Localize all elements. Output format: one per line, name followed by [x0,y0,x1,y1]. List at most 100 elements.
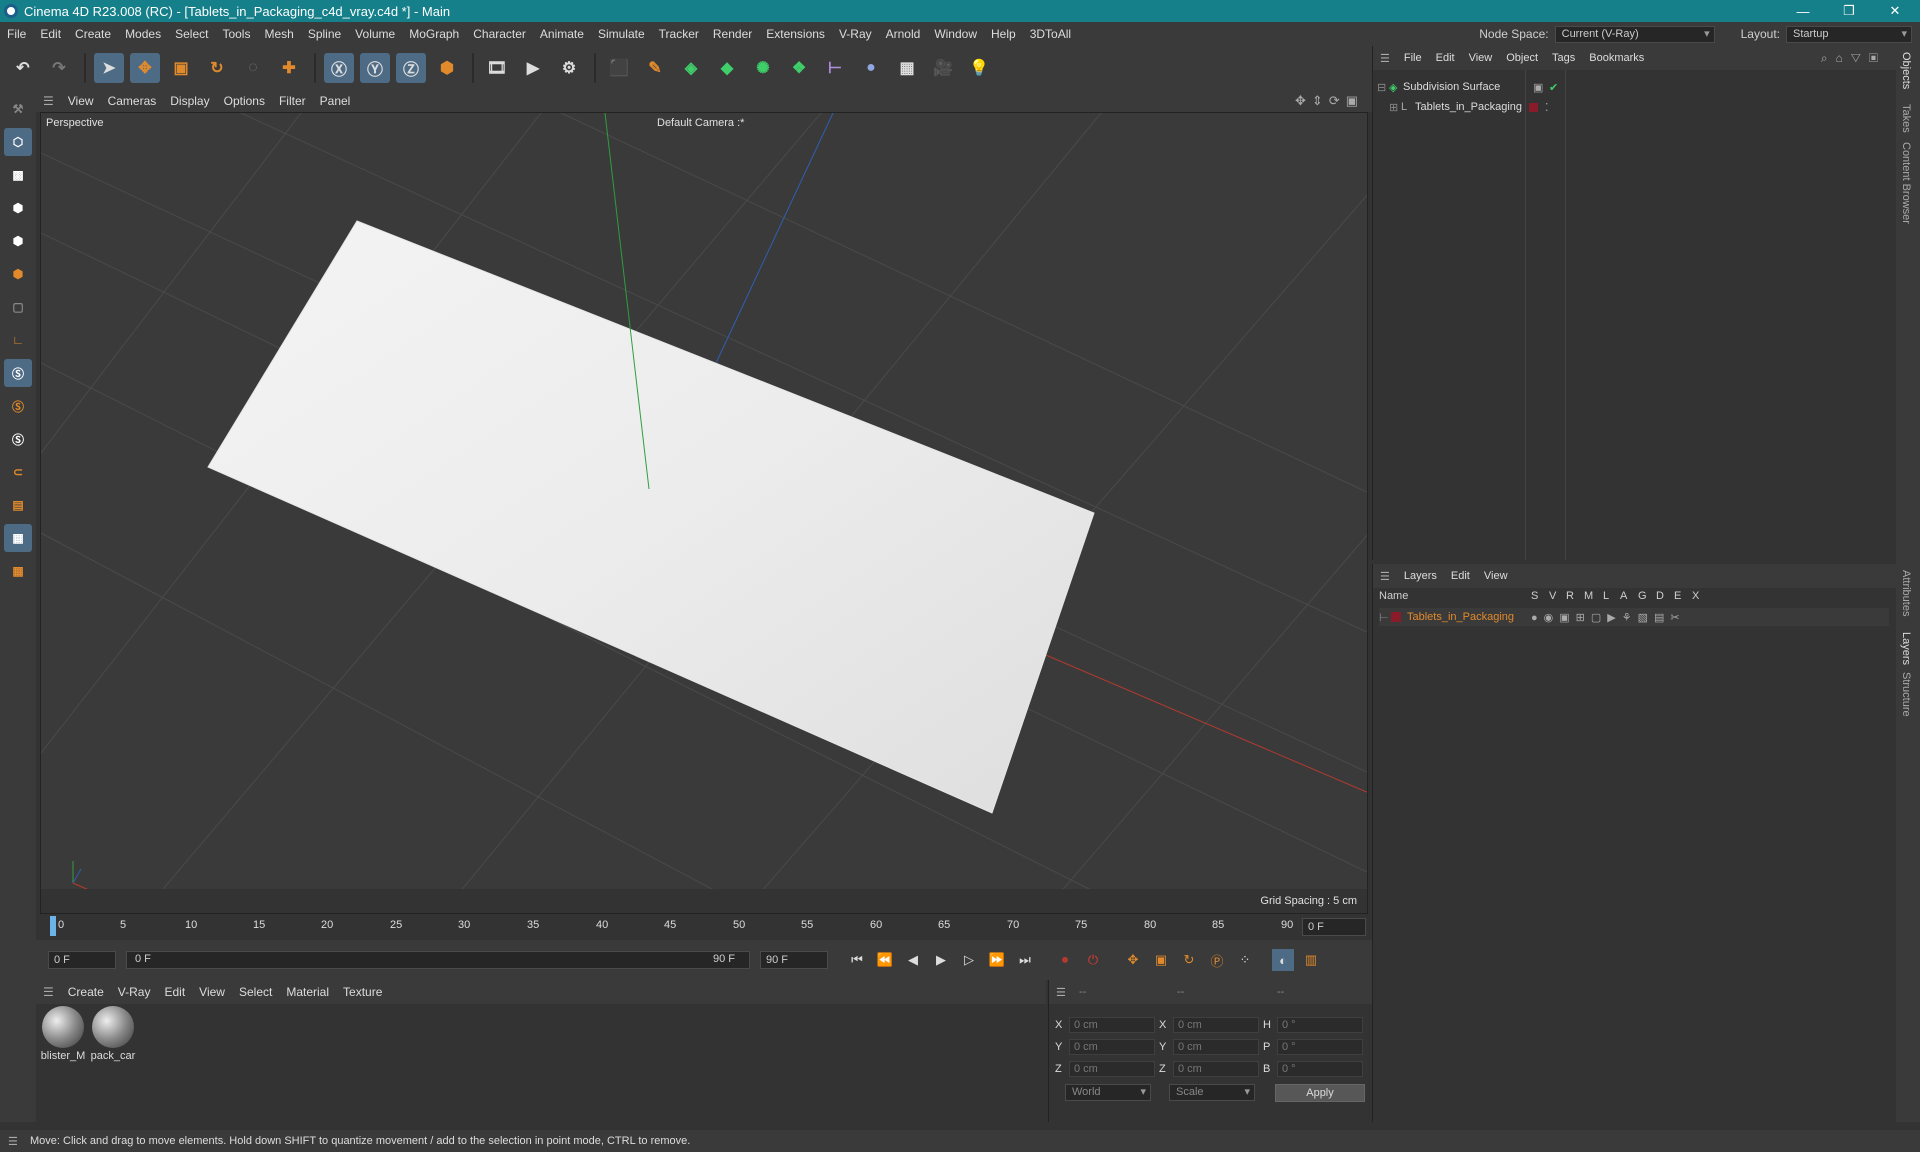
layer-color-swatch[interactable] [1529,102,1538,112]
snap-settings-icon[interactable]: Ⓢ [4,392,32,420]
record-keys-icon[interactable]: ⏺ [1054,949,1076,971]
end-frame-field[interactable]: 90 F [760,951,828,969]
layer-row[interactable]: ⊢ Tablets_in_Packaging ●◉▣⊞▢▶⚘▧▤✂ [1379,608,1889,626]
menu-simulate[interactable]: Simulate [591,27,652,41]
layer-menu-edit[interactable]: Edit [1444,570,1477,582]
render-settings-icon[interactable]: ⚙ [554,53,584,83]
start-frame-field[interactable]: 0 F [48,951,116,969]
menu-render[interactable]: Render [706,27,759,41]
previous-key-icon[interactable]: ⏪ [874,949,896,971]
viewport-camera-label[interactable]: Default Camera :* [657,117,744,129]
pen-spline-icon[interactable]: ✎ [640,53,670,83]
goto-start-icon[interactable]: ⏮ [846,949,868,971]
snap-mode-icon[interactable]: Ⓢ [4,425,32,453]
coordinate-system-icon[interactable]: ⬢ [432,53,462,83]
viewport-navigation-icons[interactable]: ✥⇕⟳▣ [1295,93,1364,109]
snap-icon[interactable]: Ⓢ [4,359,32,387]
undo-icon[interactable]: ↶ [8,53,38,83]
material-menu-handle-icon[interactable]: ☰ [36,985,61,999]
expand-icon[interactable]: ⊞ [1389,101,1401,114]
subdivision-surface-icon[interactable]: ◈ [676,53,706,83]
size-y-field[interactable]: 0 cm [1173,1039,1259,1055]
key-pla-icon[interactable]: ⁘ [1234,949,1256,971]
rotation-b-field[interactable]: 0 ° [1277,1061,1363,1077]
layer-flag-icons[interactable]: ●◉▣⊞▢▶⚘▧▤✂ [1531,611,1686,624]
status-menu-icon[interactable]: ☰ [8,1135,18,1148]
menu-mesh[interactable]: Mesh [257,27,300,41]
menu-vray[interactable]: V-Ray [832,27,879,41]
menu-file[interactable]: File [0,27,33,41]
floor-icon[interactable]: ▦ [892,53,922,83]
camera-icon[interactable]: 🎥 [928,53,958,83]
menu-arnold[interactable]: Arnold [879,27,928,41]
minimize-button[interactable]: — [1780,0,1826,22]
texture-mode-icon[interactable]: ▩ [4,161,32,189]
position-x-field[interactable]: 0 cm [1069,1017,1155,1033]
x-axis-lock-icon[interactable]: Ⓧ [324,53,354,83]
object-menu-view[interactable]: View [1462,52,1500,64]
material-menu-texture[interactable]: Texture [336,985,389,999]
cloner-icon[interactable]: ✺ [748,53,778,83]
side-tab-structure[interactable]: Structure [1900,672,1912,717]
light-icon[interactable]: 💡 [964,53,994,83]
side-tab-layers[interactable]: Layers [1900,632,1912,665]
coordinate-mode-dropdown[interactable]: World [1065,1084,1151,1101]
menu-volume[interactable]: Volume [348,27,402,41]
side-tab-takes[interactable]: Takes [1900,104,1912,133]
array-icon[interactable]: ❖ [784,53,814,83]
object-menu-edit[interactable]: Edit [1429,52,1462,64]
frame-range-slider[interactable]: 0 F 90 F [126,951,750,969]
position-z-field[interactable]: 0 cm [1069,1061,1155,1077]
deformer-icon[interactable]: ⊢ [820,53,850,83]
viewport-perspective[interactable]: Perspective Default Camera :* Grid Spaci… [40,112,1368,914]
y-axis-lock-icon[interactable]: Ⓨ [360,53,390,83]
viewport-menu-handle-icon[interactable]: ☰ [36,94,61,108]
move-tool-icon[interactable]: ✥ [130,53,160,83]
object-menu-bookmarks[interactable]: Bookmarks [1582,52,1651,64]
viewport-menu-view[interactable]: View [61,94,101,108]
key-rotation-icon[interactable]: ↻ [1178,949,1200,971]
material-menu-select[interactable]: Select [232,985,279,999]
object-row-subdivision-surface[interactable]: ⊟ ◈ Subdivision Surface ▣ ✔ [1377,78,1558,96]
select-tool-icon[interactable]: ➤ [94,53,124,83]
menu-window[interactable]: Window [927,27,984,41]
side-tab-content-browser[interactable]: Content Browser [1900,142,1912,224]
side-tab-objects[interactable]: Objects [1900,52,1912,89]
timeline-ruler[interactable]: 0 5 10 15 20 25 30 35 40 45 50 55 60 65 … [36,914,1372,940]
size-x-field[interactable]: 0 cm [1173,1017,1259,1033]
size-z-field[interactable]: 0 cm [1173,1061,1259,1077]
object-menu-object[interactable]: Object [1499,52,1545,64]
menu-animate[interactable]: Animate [533,27,591,41]
locked-workplane-icon[interactable]: ▦ [4,557,32,585]
viewport-menu-display[interactable]: Display [163,94,216,108]
material-swatch[interactable]: blister_M [40,1004,86,1062]
autokey-icon[interactable]: ⏻ [1082,949,1104,971]
timeline-settings-icon[interactable]: ◐ [1272,949,1294,971]
visibility-dots-icon[interactable]: ⁚ [1545,101,1549,114]
add-tool-icon[interactable]: ✚ [274,53,304,83]
position-y-field[interactable]: 0 cm [1069,1039,1155,1055]
key-parameter-icon[interactable]: Ⓟ [1206,949,1228,971]
viewport-menu-panel[interactable]: Panel [313,94,358,108]
timeline-window-icon[interactable]: ▥ [1300,949,1322,971]
next-frame-icon[interactable]: ▷ [958,949,980,971]
side-tab-attributes[interactable]: Attributes [1900,570,1912,616]
menu-tracker[interactable]: Tracker [652,27,706,41]
object-menu-tags[interactable]: Tags [1545,52,1582,64]
enabled-check-icon[interactable]: ✔ [1549,81,1558,94]
scale-tool-icon[interactable]: ▣ [166,53,196,83]
object-menu-handle-icon[interactable]: ☰ [1373,52,1397,65]
menu-select[interactable]: Select [168,27,215,41]
rotation-p-field[interactable]: 0 ° [1277,1039,1363,1055]
key-scale-icon[interactable]: ▣ [1150,949,1172,971]
rotation-h-field[interactable]: 0 ° [1277,1017,1363,1033]
polygons-mode-icon[interactable]: ⬢ [4,260,32,288]
previous-frame-icon[interactable]: ◀ [902,949,924,971]
recent-tool-icon[interactable]: ◌ [238,53,268,83]
object-manager-tools-icons[interactable]: ⌕⌂▽▣ [1821,51,1886,66]
model-mode-icon[interactable]: ⬡ [4,128,32,156]
material-swatch[interactable]: pack_car [90,1004,136,1062]
coordinates-menu-handle-icon[interactable]: ☰ [1049,986,1073,999]
visibility-toggle-icon[interactable]: ▣ [1533,81,1543,94]
menu-character[interactable]: Character [466,27,533,41]
